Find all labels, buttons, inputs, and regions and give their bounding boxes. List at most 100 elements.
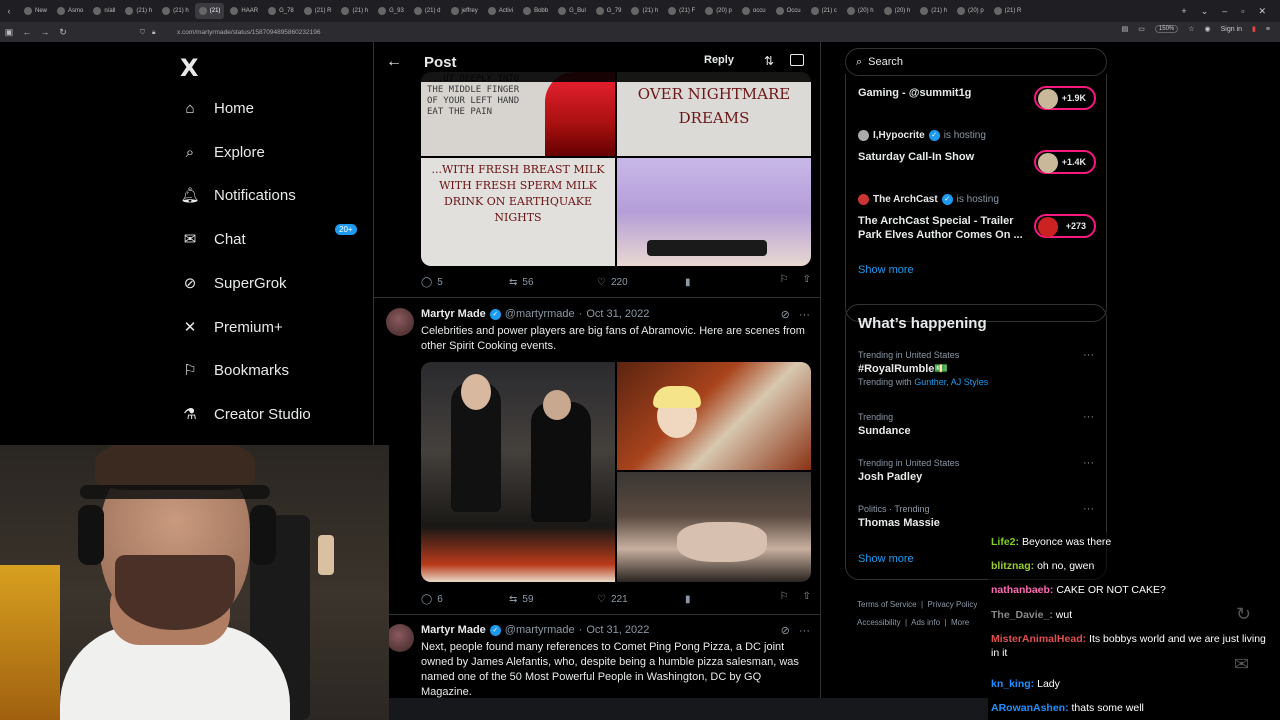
trend-item[interactable]: Trending in United States Josh Padley ··… [858,457,1094,485]
star-icon[interactable]: ☆ [1188,25,1194,33]
more-icon[interactable]: ··· [799,309,810,321]
footer-link[interactable]: Ads info [911,618,940,627]
tab-list-icon[interactable]: ⌄ [1201,6,1209,17]
browser-tab[interactable]: G_Bul [554,3,590,19]
tweet-image[interactable] [617,472,811,582]
x-logo[interactable]: X [180,54,199,82]
mail-icon[interactable]: ✉ [1234,654,1249,675]
more-icon[interactable]: ··· [1083,411,1094,423]
chat-username[interactable]: MisterAnimalHead: [991,633,1086,645]
live-listeners-pill[interactable]: +1.9K [1034,86,1096,110]
bookmark-icon[interactable]: ⚐ [780,591,789,602]
sidebar-item-bookmarks[interactable]: ⚐ Bookmarks [180,355,289,385]
grok-icon[interactable]: ⊘ [781,309,790,321]
live-listeners-pill[interactable]: +273 [1034,214,1096,238]
trend-item[interactable]: Trending Sundance ··· [858,411,1094,439]
live-listeners-pill[interactable]: +1.4K [1034,150,1096,174]
reload-icon[interactable]: ↻ [54,27,72,38]
browser-tab[interactable]: New [20,3,51,19]
new-tab-icon[interactable]: + [1181,6,1186,16]
author-handle[interactable]: @martyrmade [505,308,575,320]
tweet-image-grid[interactable] [421,362,811,582]
show-more-link[interactable]: Show more [858,264,914,276]
browser-tab[interactable]: Occu [772,3,805,19]
browser-tab[interactable]: (21) R [300,3,336,19]
tweet-image[interactable] [421,362,615,582]
share-icon[interactable]: ⇧ [803,591,811,602]
browser-tab[interactable]: (20) p [701,3,736,19]
maximize-icon[interactable]: ▫ [1241,6,1244,16]
tweet-image[interactable]: OVER NIGHTMARE DREAMS [617,72,811,156]
browser-tab[interactable]: G_93 [374,3,408,19]
footer-link[interactable]: More [951,618,969,627]
reader-icon[interactable]: ▤ [1122,25,1129,33]
more-icon[interactable]: ··· [799,625,810,637]
chat-username[interactable]: Life2: [991,536,1019,548]
more-icon[interactable]: ··· [1083,503,1094,515]
sidebar-item-notifications[interactable]: 🔔︎ Notifications [180,180,295,210]
live-title[interactable]: Gaming - @summit1g [858,86,1028,100]
footer-link[interactable]: Terms of Service [857,600,917,609]
tweet-image[interactable]: ...UT DEEPLY INTO THE MIDDLE FINGER OF Y… [421,72,615,156]
sidebar-item-home[interactable]: ⌂ Home [180,93,254,123]
browser-tab[interactable]: HAAR [226,3,262,19]
trend-item[interactable]: Trending in United States #RoyalRumble💵 … [858,349,1094,387]
live-title[interactable]: The ArchCast Special - Trailer Park Elve… [858,214,1028,242]
account-icon[interactable]: ◉ [1205,25,1211,33]
browser-tab[interactable]: occu [738,3,770,19]
repost-action[interactable]: ⇆ 59 [509,594,597,605]
sliders-icon[interactable]: ⇅ [764,54,774,68]
browser-tab[interactable]: Asmo [53,3,87,19]
avatar[interactable] [386,624,414,652]
sidebar-toggle-icon[interactable]: ▣ [0,27,18,38]
trend-item[interactable]: Politics · Trending Thomas Massie ··· [858,503,1094,531]
browser-tab[interactable]: (20) h [843,3,878,19]
refresh-icon[interactable]: ↻ [1236,604,1251,625]
minimize-icon[interactable]: – [1222,6,1227,16]
back-arrow-icon[interactable]: ← [386,53,402,71]
tweet-date[interactable]: Oct 31, 2022 [586,308,649,320]
author-name[interactable]: Martyr Made [421,308,486,320]
tweet-image[interactable] [617,362,811,470]
sidebar-item-premium[interactable]: ✕ Premium+ [180,312,283,342]
close-icon[interactable]: ✕ [1258,6,1266,17]
tweet-image-grid[interactable]: ...UT DEEPLY INTO THE MIDDLE FINGER OF Y… [421,72,811,266]
views-action[interactable]: ▮ [685,594,773,605]
browser-tab[interactable]: (21) h [916,3,951,19]
browser-tab[interactable]: G_78 [264,3,298,19]
back-icon[interactable]: ← [18,27,36,37]
browser-tab[interactable]: (21) [194,3,225,19]
like-action[interactable]: ♡ 221 [597,594,685,605]
browser-tab[interactable]: Activi [484,3,517,19]
url-bar[interactable]: ⛉ 🔒︎ x.com/martyrmade/status/15870948958… [132,26,1032,39]
browser-tab[interactable]: (21) R [990,3,1026,19]
search-input[interactable]: ⌕ Search [845,48,1107,76]
pip-icon[interactable]: ▭ [1138,25,1145,33]
show-more-link[interactable]: Show more [858,553,914,565]
more-icon[interactable]: ··· [1083,457,1094,469]
tweet-image[interactable] [617,158,811,266]
extension-icon[interactable]: ▮ [1252,25,1256,33]
browser-tab[interactable]: G_79 [592,3,626,19]
browser-tab[interactable]: (21) d [410,3,445,19]
avatar[interactable] [386,308,414,336]
reply-button[interactable]: Reply [704,54,734,66]
footer-link[interactable]: Privacy Policy [928,600,978,609]
reply-action[interactable]: ◯ 5 [421,277,509,288]
author-handle[interactable]: @martyrmade [505,624,575,636]
forward-icon[interactable]: → [36,27,54,37]
browser-tab[interactable]: (20) h [880,3,915,19]
browser-tab[interactable]: (21) h [121,3,156,19]
layout-icon[interactable] [790,54,804,66]
menu-icon[interactable]: ≡ [1266,26,1270,33]
browser-tab[interactable]: (21) h [627,3,662,19]
views-action[interactable]: ▮ [685,277,773,288]
chat-username[interactable]: kn_king: [991,678,1034,690]
chat-username[interactable]: ARowanAshen: [991,702,1069,714]
grok-icon[interactable]: ⊘ [781,625,790,637]
chat-username[interactable]: nathanbaeb: [991,584,1053,596]
bookmark-icon[interactable]: ⚐ [780,274,789,285]
tweet-image[interactable]: ...WITH FRESH BREAST MILK WITH FRESH SPE… [421,158,615,266]
browser-tab[interactable]: (21) h [337,3,372,19]
chat-username[interactable]: The_Davie_: [991,609,1053,621]
